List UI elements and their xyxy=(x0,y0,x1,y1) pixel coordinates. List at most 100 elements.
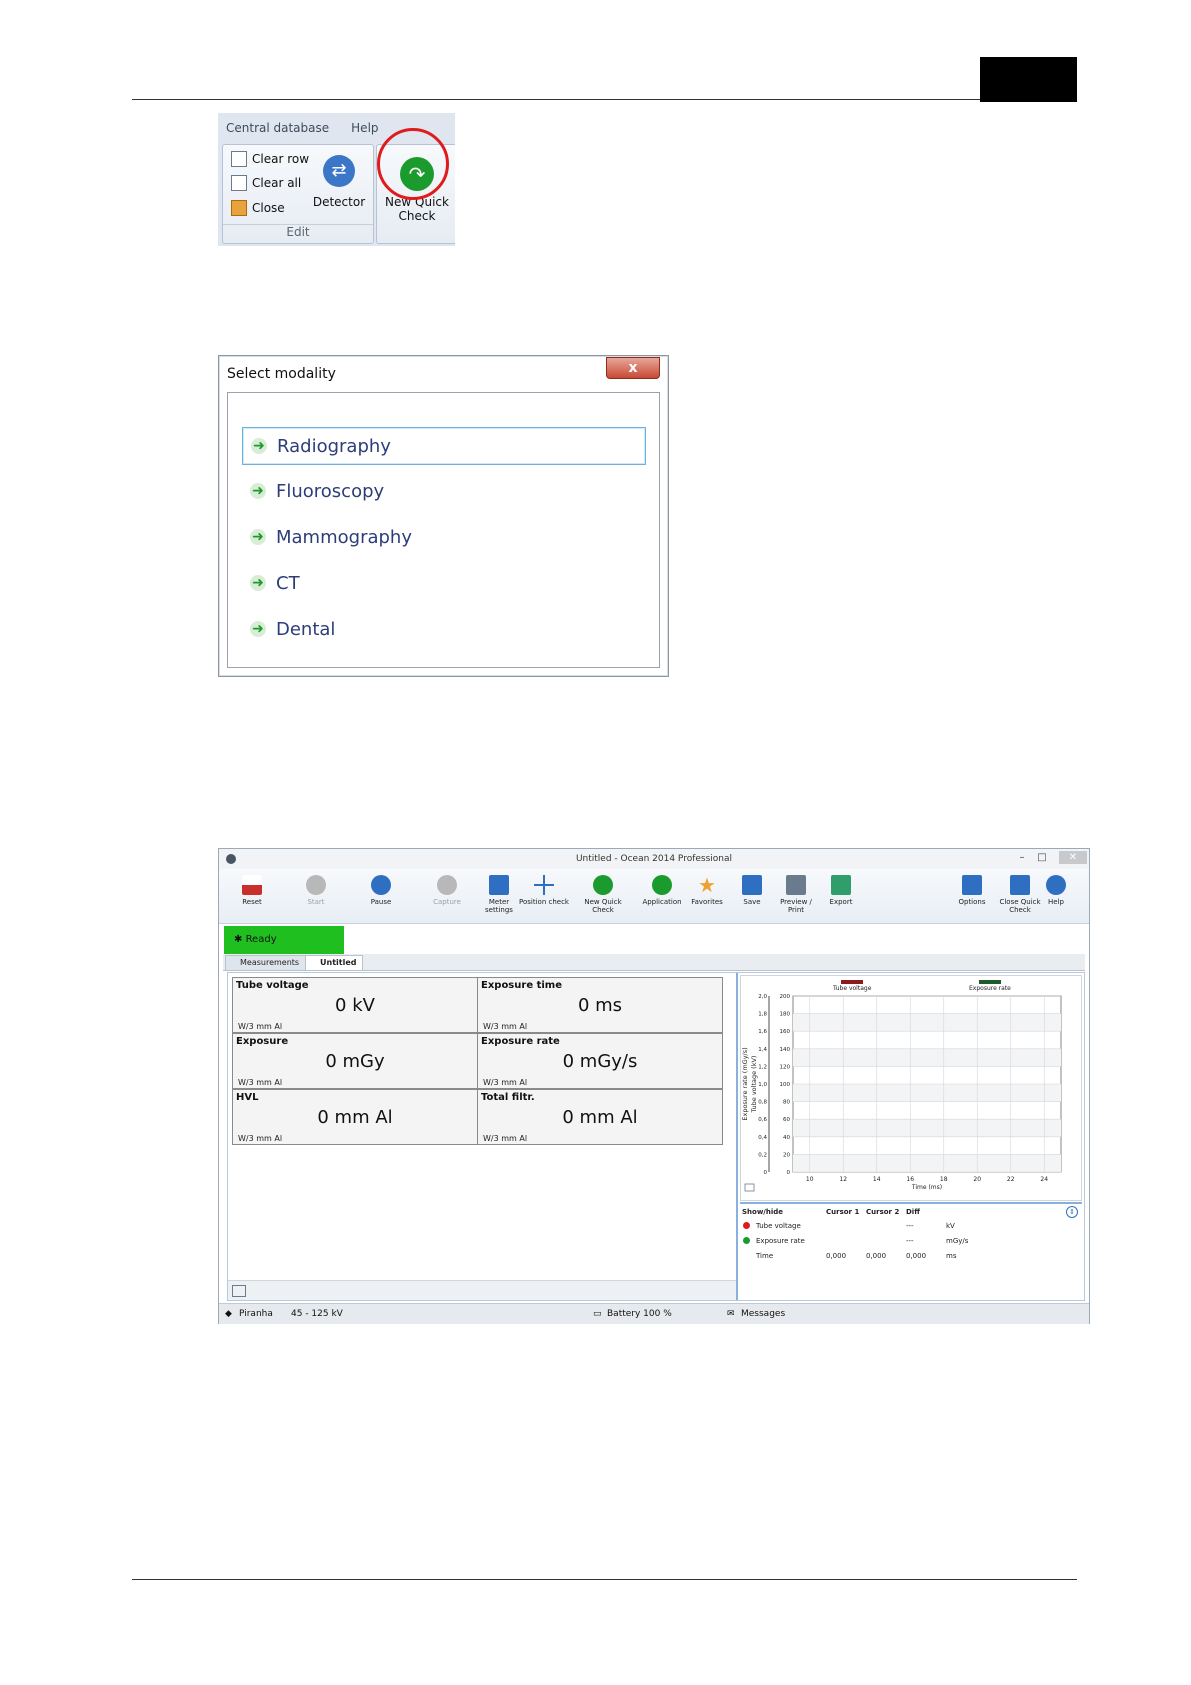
reset-button[interactable]: Reset xyxy=(227,875,277,906)
preview-print-button[interactable]: Preview / Print xyxy=(771,875,821,914)
y-left-tick-label: 1,6 xyxy=(758,1029,767,1035)
y-right-tick-label: 180 xyxy=(780,1012,791,1018)
exposure-rate-toggle-icon[interactable] xyxy=(743,1237,750,1244)
meter-icon xyxy=(489,875,509,895)
y-left-tick-label: 0,6 xyxy=(758,1117,767,1123)
y-right-tick-label: 160 xyxy=(780,1029,791,1035)
new-quick-check-toolbar-button[interactable]: New Quick Check xyxy=(575,875,631,914)
minimize-icon[interactable]: – xyxy=(1015,851,1029,864)
ready-icon: ✱ xyxy=(234,934,246,945)
modality-radiography[interactable]: ➜ Radiography xyxy=(242,427,646,465)
export-button[interactable]: Export xyxy=(816,875,866,906)
row-time-diff: 0,000 xyxy=(906,1252,927,1260)
detector-button[interactable]: ⇄ Detector xyxy=(311,151,367,209)
detector-icon: ◆ xyxy=(225,1309,232,1319)
window-titlebar: Untitled - Ocean 2014 Professional – □ ✕ xyxy=(219,849,1089,869)
clear-row-icon xyxy=(231,151,247,167)
row-time-name: Time xyxy=(756,1252,774,1260)
application-button[interactable]: Application xyxy=(637,875,687,906)
y-left-tick-label: 0,2 xyxy=(758,1152,767,1158)
menu-help[interactable]: Help xyxy=(351,121,378,135)
exposure-cell: Exposure 0 mGy W/3 mm Al xyxy=(232,1033,478,1089)
clear-all-label: Clear all xyxy=(252,176,302,190)
options-icon xyxy=(962,875,982,895)
row-time-c1: 0,000 xyxy=(826,1252,847,1260)
y-left-tick-label: 2,0 xyxy=(758,994,767,1000)
row-exposure-rate-name: Exposure rate xyxy=(756,1237,805,1245)
x-tick-label: 20 xyxy=(973,1176,981,1183)
modality-mammography[interactable]: ➜ Mammography xyxy=(242,519,644,555)
x-tick-label: 16 xyxy=(906,1176,914,1183)
edit-group-label: Edit xyxy=(223,224,373,243)
status-detector: Piranha xyxy=(239,1309,273,1319)
arrow-right-icon: ➜ xyxy=(250,575,266,591)
y-left-tick-label: 1,8 xyxy=(758,1012,767,1018)
y-left-tick-label: 1,4 xyxy=(758,1047,767,1053)
modality-ct[interactable]: ➜ CT xyxy=(242,565,644,601)
legend-tube-voltage: Tube voltage xyxy=(833,980,871,992)
dialog-close-button[interactable]: x xyxy=(606,357,660,379)
options-button[interactable]: Options xyxy=(947,875,997,906)
help-button[interactable]: Help xyxy=(1036,875,1076,906)
pause-button[interactable]: Pause xyxy=(356,875,406,906)
x-tick-label: 22 xyxy=(1007,1176,1015,1183)
chart-table-toggle-icon xyxy=(744,1183,755,1192)
cursor-header-diff: Diff xyxy=(906,1208,920,1216)
favorites-button[interactable]: ★ Favorites xyxy=(682,875,732,906)
close-button[interactable]: Close xyxy=(231,200,285,216)
y-right-tick-label: 120 xyxy=(780,1064,791,1070)
modality-label: Fluoroscopy xyxy=(276,480,385,502)
grid-band xyxy=(793,1119,1061,1137)
messages-icon[interactable]: ✉ xyxy=(727,1309,735,1319)
modality-dental[interactable]: ➜ Dental xyxy=(242,611,644,647)
y-left-tick-label: 1,0 xyxy=(758,1082,767,1088)
y-left-tick-label: 1,2 xyxy=(758,1064,767,1070)
tab-measurements[interactable]: Measurements xyxy=(225,955,307,970)
status-battery: Battery 100 % xyxy=(607,1309,672,1319)
header-block xyxy=(980,57,1077,102)
pause-icon xyxy=(371,875,391,895)
table-view-icon[interactable] xyxy=(232,1285,246,1297)
row-exposure-rate-unit: mGy/s xyxy=(946,1237,969,1245)
reset-icon xyxy=(242,875,262,895)
modality-label: CT xyxy=(276,572,300,594)
maximize-icon[interactable]: □ xyxy=(1035,851,1049,864)
tab-untitled[interactable]: Untitled xyxy=(305,955,364,970)
meter-settings-button[interactable]: Meter settings xyxy=(474,875,524,914)
row-tube-voltage-name: Tube voltage xyxy=(756,1222,801,1230)
collapse-icon[interactable]: ⇕ xyxy=(1066,1206,1078,1218)
left-pane-footer xyxy=(228,1280,736,1300)
tube-voltage-toggle-icon[interactable] xyxy=(743,1222,750,1229)
window-title: Untitled - Ocean 2014 Professional xyxy=(575,854,733,864)
capture-icon xyxy=(437,875,457,895)
row-time-c2: 0,000 xyxy=(866,1252,887,1260)
grid-band xyxy=(793,1084,1061,1102)
hvl-cell: HVL 0 mm Al W/3 mm Al xyxy=(232,1089,478,1145)
clear-row-button[interactable]: Clear row xyxy=(231,151,309,167)
folder-close-icon xyxy=(231,200,247,216)
grid-band xyxy=(793,1154,1061,1172)
edit-group: Clear row Clear all Close ⇄ Detector Edi… xyxy=(222,144,374,244)
select-modality-dialog: Select modality x ➜ Radiography ➜ Fluoro… xyxy=(218,355,669,677)
clear-all-button[interactable]: Clear all xyxy=(231,175,301,191)
y-right-tick-label: 20 xyxy=(783,1152,790,1158)
grid-band xyxy=(793,1013,1061,1032)
detector-label: Detector xyxy=(312,195,366,209)
exposure-time-cell: Exposure time 0 ms W/3 mm Al xyxy=(477,977,723,1033)
status-messages[interactable]: Messages xyxy=(741,1309,785,1319)
y-left-tick-label: 0,8 xyxy=(758,1100,767,1106)
capture-button[interactable]: Capture xyxy=(422,875,472,906)
start-button[interactable]: Start xyxy=(291,875,341,906)
cursor-table: Show/hide Cursor 1 Cursor 2 Diff ⇕ Tube … xyxy=(740,1202,1082,1299)
close-icon[interactable]: ✕ xyxy=(1059,851,1087,864)
forward-arrow-icon xyxy=(593,875,613,895)
ocean-app-window: Untitled - Ocean 2014 Professional – □ ✕… xyxy=(218,848,1090,1324)
y-right-tick-label: 40 xyxy=(783,1135,790,1141)
menu-central-database[interactable]: Central database xyxy=(226,121,329,135)
arrow-right-icon: ➜ xyxy=(250,529,266,545)
position-check-button[interactable]: Position check xyxy=(519,875,569,906)
save-button[interactable]: Save xyxy=(727,875,777,906)
arrow-right-icon: ➜ xyxy=(250,483,266,499)
y-left-tick-label: 0 xyxy=(764,1170,768,1176)
modality-fluoroscopy[interactable]: ➜ Fluoroscopy xyxy=(242,473,644,509)
